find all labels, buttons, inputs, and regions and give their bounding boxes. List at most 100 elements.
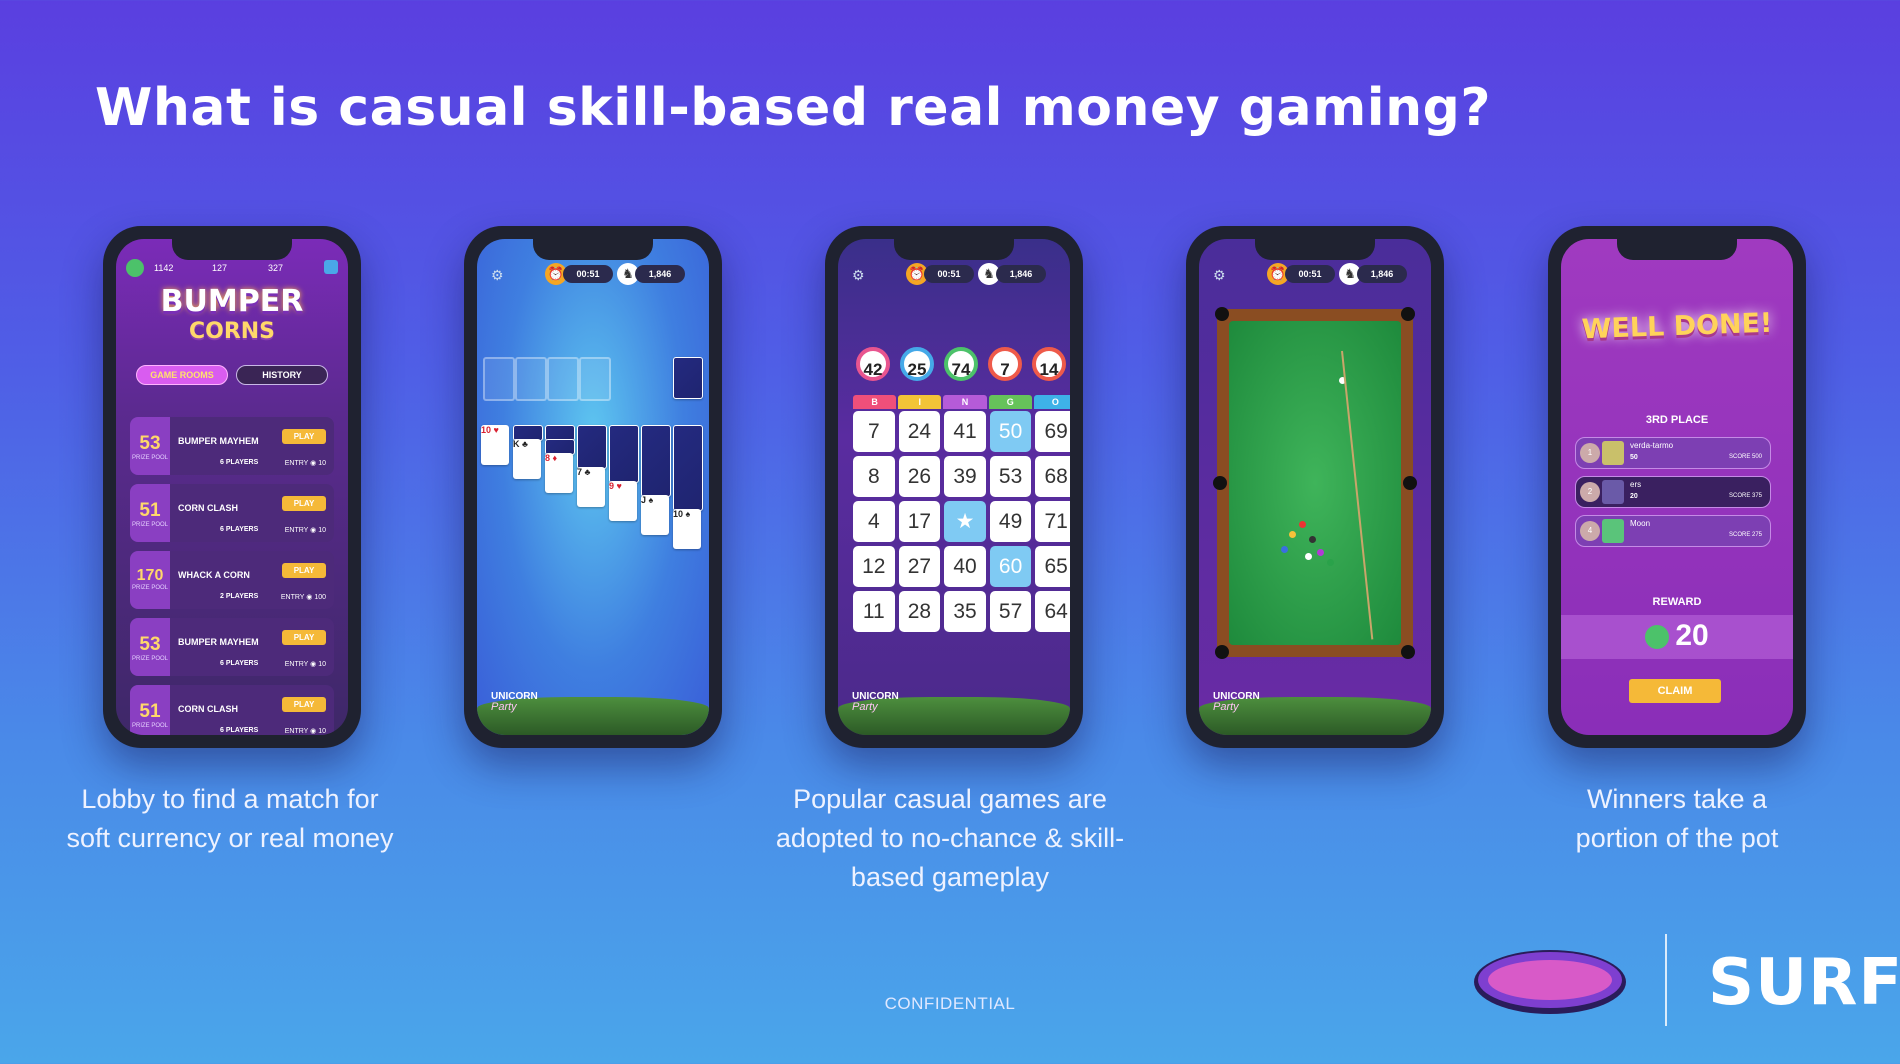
- bingo-cell[interactable]: 39: [944, 456, 986, 497]
- stock-pile[interactable]: [673, 357, 703, 399]
- gear-icon[interactable]: ⚙: [1213, 267, 1226, 284]
- game-room[interactable]: 170 PRIZE POOL WHACK A CORN 2 PLAYERS PLA…: [130, 551, 334, 609]
- bingo-cell[interactable]: 49: [989, 501, 1032, 542]
- foundation-slot[interactable]: [515, 357, 547, 401]
- gear-icon[interactable]: ⚙: [852, 267, 865, 284]
- card-10-hearts[interactable]: 10 ♥: [481, 425, 509, 465]
- phone-solitaire: ⚙ ⏰ 00:51 ♞ 1,846 10 ♥ K ♣ 8 ♦ 7 ♣ 9 ♥ J…: [464, 226, 722, 748]
- lobby-screen: 1142 127 327 BUMPER CORNS GAME ROOMS HIS…: [116, 239, 348, 735]
- leaderboard-row-current: 2 ers 20 SCORE 375: [1575, 476, 1771, 508]
- game-title: BUMPER: [160, 284, 304, 319]
- card-back: [673, 425, 703, 511]
- settings-icon[interactable]: [324, 260, 338, 274]
- room-players: 6 PLAYERS: [220, 526, 259, 533]
- bingo-free-space[interactable]: ★: [944, 501, 986, 542]
- prize-pool: 53 PRIZE POOL: [130, 618, 170, 676]
- timer: 00:51: [563, 265, 613, 283]
- reward-value: 20: [1561, 619, 1793, 653]
- bingo-cell[interactable]: 26: [898, 456, 941, 497]
- prize-amount: 53: [139, 433, 161, 454]
- card-7-clubs[interactable]: 7 ♣: [577, 467, 605, 507]
- prize-label: PRIZE POOL: [131, 522, 168, 528]
- lobby-status-bar: 1142 127 327: [126, 259, 338, 279]
- bingo-column-g: G: [988, 395, 1032, 409]
- play-button[interactable]: PLAY: [282, 496, 326, 511]
- prize-amount: 51: [139, 500, 161, 521]
- foundation-slot[interactable]: [547, 357, 579, 401]
- score: 1,846: [1357, 265, 1407, 283]
- card-8-diamonds[interactable]: 8 ♦: [545, 453, 573, 493]
- foundation-slot[interactable]: [579, 357, 611, 401]
- play-button[interactable]: PLAY: [282, 697, 326, 712]
- pool-ball: [1281, 546, 1288, 553]
- game-room[interactable]: 53 PRIZE POOL BUMPER MAYHEM 6 PLAYERS PLA…: [130, 618, 334, 676]
- bingo-cell[interactable]: 64: [1035, 591, 1070, 632]
- bingo-cell[interactable]: 27: [898, 546, 941, 587]
- bingo-cell[interactable]: 69: [1035, 411, 1070, 452]
- card-k-clubs[interactable]: K ♣: [513, 439, 541, 479]
- bingo-cell[interactable]: 8: [853, 456, 895, 497]
- game-room[interactable]: 53 PRIZE POOL BUMPER MAYHEM 6 PLAYERS PLA…: [130, 417, 334, 475]
- bingo-column-i: I: [898, 395, 942, 409]
- bingo-cell[interactable]: 28: [898, 591, 941, 632]
- bingo-cell[interactable]: 71: [1035, 501, 1070, 542]
- room-name: CORN CLASH: [178, 704, 238, 714]
- logo-divider: [1665, 934, 1667, 1026]
- bingo-cell[interactable]: 7: [853, 411, 895, 452]
- stat-value: 1142: [154, 263, 174, 273]
- bingo-cell[interactable]: 50: [989, 411, 1032, 452]
- slide-title: What is casual skill-based real money ga…: [95, 78, 1492, 138]
- pool-ball: [1327, 559, 1334, 566]
- foundation-slot[interactable]: [483, 357, 515, 401]
- pocket: [1401, 645, 1415, 659]
- bingo-cell[interactable]: 60: [989, 546, 1032, 587]
- gear-icon[interactable]: ⚙: [491, 267, 504, 284]
- card-10-spades[interactable]: 10 ♠: [673, 509, 701, 549]
- bingo-cell[interactable]: 35: [944, 591, 986, 632]
- room-name: BUMPER MAYHEM: [178, 637, 259, 647]
- player-avatar: [1602, 480, 1624, 504]
- bingo-ball: 14: [1032, 347, 1066, 381]
- tab-game-rooms[interactable]: GAME ROOMS: [136, 365, 228, 385]
- play-button[interactable]: PLAY: [282, 630, 326, 645]
- well-done-headline: WELL DONE!: [1581, 307, 1773, 346]
- pocket: [1213, 476, 1227, 490]
- bingo-cell[interactable]: 41: [944, 411, 986, 452]
- player-avatar: [1602, 519, 1624, 543]
- bingo-ball: 74: [944, 347, 978, 381]
- pool-table[interactable]: [1213, 307, 1417, 659]
- entry-fee: ENTRY ◉ 10: [284, 460, 326, 467]
- game-room[interactable]: 51 PRIZE POOL CORN CLASH 6 PLAYERS PLAY E…: [130, 484, 334, 542]
- bingo-cell[interactable]: 17: [898, 501, 941, 542]
- bingo-cell[interactable]: 4: [853, 501, 895, 542]
- bingo-cell[interactable]: 12: [853, 546, 895, 587]
- phone-results: WELL DONE! 3RD PLACE 1 verda-tarmo 50 SC…: [1548, 226, 1806, 748]
- tab-history[interactable]: HISTORY: [236, 365, 328, 385]
- card-j-spades[interactable]: J ♠: [641, 495, 669, 535]
- bingo-cell[interactable]: 11: [853, 591, 895, 632]
- timer: 00:51: [924, 265, 974, 283]
- bingo-cell[interactable]: 65: [1035, 546, 1070, 587]
- reward-label: REWARD: [1652, 596, 1702, 608]
- game-hud: ⚙ ⏰ 00:51 ♞ 1,846: [838, 263, 1070, 287]
- prize-pool: 51 PRIZE POOL: [130, 685, 170, 735]
- bingo-cell[interactable]: 68: [1035, 456, 1070, 497]
- avatar[interactable]: [126, 259, 144, 277]
- game-subtitle: CORNS: [188, 319, 276, 344]
- pool-felt[interactable]: [1229, 321, 1401, 645]
- bingo-cell[interactable]: 24: [898, 411, 941, 452]
- bingo-cell[interactable]: 53: [989, 456, 1032, 497]
- game-room[interactable]: 51 PRIZE POOL CORN CLASH 6 PLAYERS PLAY E…: [130, 685, 334, 735]
- score: 1,846: [996, 265, 1046, 283]
- play-button[interactable]: PLAY: [282, 563, 326, 578]
- bingo-cell[interactable]: 40: [944, 546, 986, 587]
- card-9-hearts[interactable]: 9 ♥: [609, 481, 637, 521]
- bingo-card: 7 24 41 50 69 8 26 39 53 68 4 17 ★ 49 71 12 27 40 60 65 11 28…: [853, 411, 1070, 632]
- pool-cue[interactable]: [1341, 350, 1374, 640]
- bingo-cell[interactable]: 57: [989, 591, 1032, 632]
- pocket: [1403, 476, 1417, 490]
- brand-line2: Party: [1213, 701, 1239, 713]
- play-button[interactable]: PLAY: [282, 429, 326, 444]
- bingo-column-b: B: [853, 395, 897, 409]
- claim-button[interactable]: CLAIM: [1629, 679, 1721, 703]
